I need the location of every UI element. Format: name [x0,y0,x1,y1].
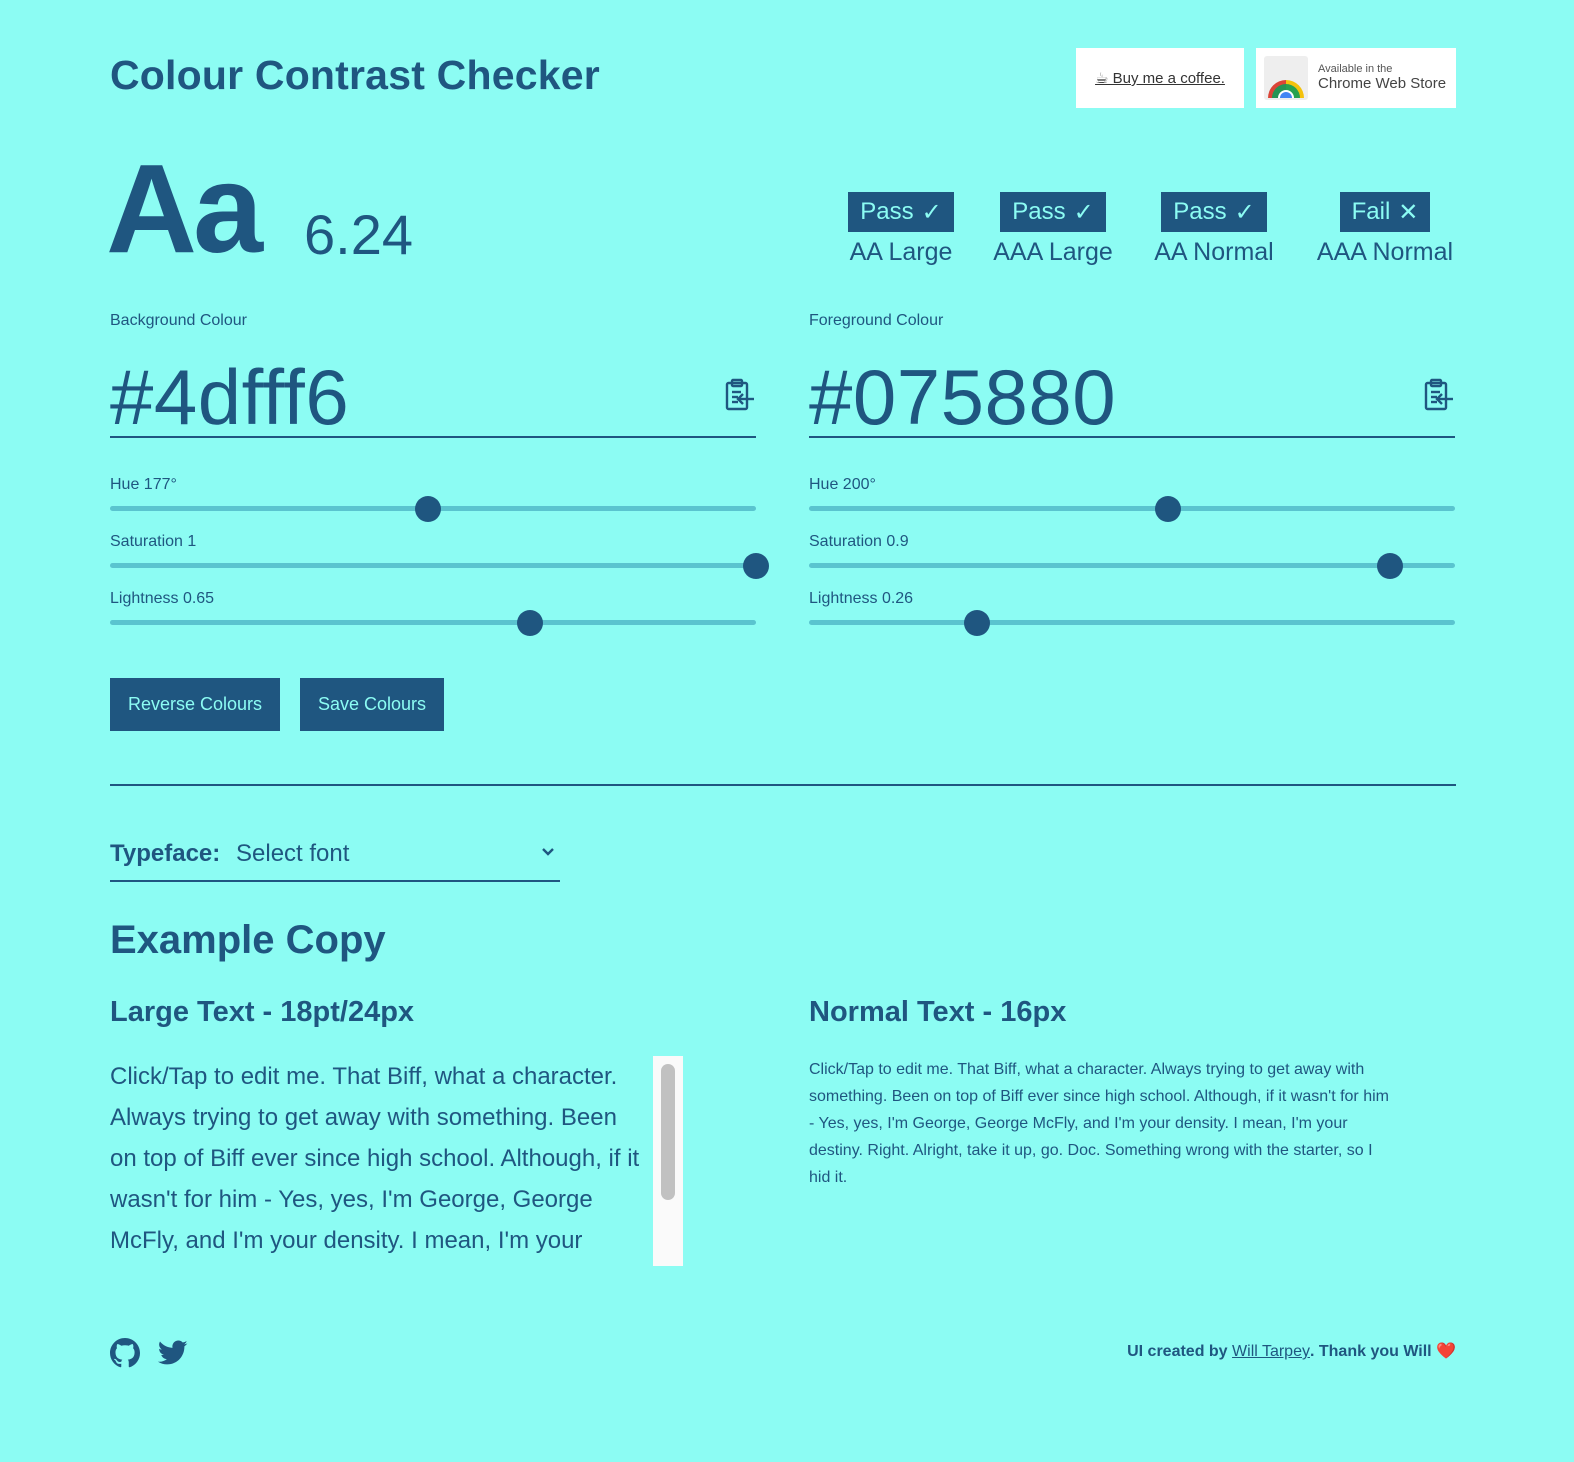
foreground-hex-value[interactable]: #075880 [809,358,1116,436]
badge-aa-large: Pass ✓ AA Large [848,192,954,267]
background-lightness-slider: Lightness 0.65 [110,590,756,647]
twitter-icon[interactable] [158,1340,188,1366]
chrome-web-store-badge[interactable]: Available in the Chrome Web Store [1256,48,1456,108]
contrast-ratio: 6.24 [304,203,413,266]
typeface-selected-value[interactable]: Select font [236,840,349,868]
background-hex-value[interactable]: #4dfff6 [110,358,349,436]
slider-thumb[interactable] [414,496,441,522]
section-divider [110,784,1456,786]
background-saturation-slider: Saturation 1 [110,533,769,590]
cross-icon: ✕ [1398,198,1419,226]
background-colour-panel: Background Colour #4dfff6 Hue 177° Satur… [110,312,769,647]
slider-thumb[interactable] [963,610,990,636]
credit-author-link[interactable]: Will Tarpey [1232,1343,1310,1360]
credit-prefix: UI created by [1127,1343,1228,1360]
foreground-hue-slider: Hue 200° [809,476,1455,533]
chrome-logo-icon [1264,56,1308,100]
slider-thumb[interactable] [1154,496,1181,522]
status-badge: Fail ✕ [1339,192,1431,232]
foreground-hue-label: Hue 200° [809,476,876,493]
badge-label: AAA Normal [1316,238,1454,266]
background-hue-slider: Hue 177° [110,476,756,533]
slider-track[interactable] [809,496,1455,522]
reverse-colours-button[interactable]: Reverse Colours [110,678,281,731]
clipboard-icon[interactable] [724,378,756,412]
slider-thumb[interactable] [743,553,769,579]
sample-text-preview: Aa [106,138,263,279]
foreground-colour-panel: Foreground Colour #075880 Hue 200° Satur… [809,312,1455,647]
background-lightness-label: Lightness 0.65 [110,590,215,607]
footer-credit: UI created by Will Tarpey. Thank you Wil… [1127,1341,1456,1361]
foreground-lightness-label: Lightness 0.26 [809,590,914,607]
foreground-hex-input[interactable]: #075880 [809,336,1455,438]
github-icon[interactable] [110,1338,140,1368]
credit-suffix: . Thank you Will ❤️ [1309,1343,1456,1360]
check-icon: ✓ [1234,198,1255,226]
badge-status: Fail [1351,198,1391,225]
status-badge: Pass ✓ [1000,192,1106,232]
badge-label: AA Normal [1154,238,1274,266]
badge-label: AA Large [849,238,953,266]
large-text-heading: Large Text - 18pt/24px [110,996,415,1028]
badge-aa-normal: Pass ✓ AA Normal [1152,192,1276,267]
background-colour-label: Background Colour [110,312,247,329]
save-colours-button[interactable]: Save Colours [300,678,445,731]
example-copy-heading: Example Copy [110,918,386,962]
clipboard-icon[interactable] [1423,378,1455,412]
badge-label: AAA Large [993,238,1113,266]
foreground-lightness-slider: Lightness 0.26 [809,590,1455,647]
scrollbar-thumb[interactable] [661,1064,675,1200]
background-saturation-label: Saturation 1 [110,533,197,550]
page-title: Colour Contrast Checker [110,52,600,98]
slider-track[interactable] [110,496,756,522]
foreground-saturation-label: Saturation 0.9 [809,533,909,550]
chrome-store-big-text: Chrome Web Store [1318,74,1447,92]
typeface-select[interactable]: Typeface: Select font [110,836,560,882]
background-hue-label: Hue 177° [110,476,177,493]
normal-text-editable[interactable]: Click/Tap to edit me. That Biff, what a … [809,1056,1389,1191]
status-badge: Pass ✓ [848,192,954,232]
slider-thumb[interactable] [1377,553,1404,579]
normal-text-heading: Normal Text - 16px [809,996,1067,1028]
check-icon: ✓ [921,198,942,226]
foreground-saturation-slider: Saturation 0.9 [809,533,1455,590]
check-icon: ✓ [1073,198,1094,226]
typeface-label: Typeface: [110,840,221,867]
foreground-colour-label: Foreground Colour [809,312,944,329]
slider-track[interactable] [809,610,1455,636]
badge-status: Pass [860,198,914,225]
chevron-down-icon[interactable] [540,846,556,858]
buy-coffee-link[interactable]: ☕ Buy me a coffee. [1076,48,1244,108]
background-hex-input[interactable]: #4dfff6 [110,336,756,438]
large-text-editable[interactable]: Click/Tap to edit me. That Biff, what a … [110,1056,682,1266]
badge-aaa-large: Pass ✓ AAA Large [992,192,1114,267]
badge-status: Pass [1173,198,1227,225]
large-text-scrollbar[interactable] [653,1056,683,1266]
slider-track[interactable] [110,553,769,579]
chrome-store-text: Available in the Chrome Web Store [1318,64,1446,91]
badge-aaa-normal: Fail ✕ AAA Normal [1314,192,1456,267]
status-badge: Pass ✓ [1161,192,1267,232]
slider-track[interactable] [110,610,756,636]
slider-track[interactable] [809,553,1455,579]
slider-thumb[interactable] [516,610,543,636]
badge-status: Pass [1012,198,1066,225]
